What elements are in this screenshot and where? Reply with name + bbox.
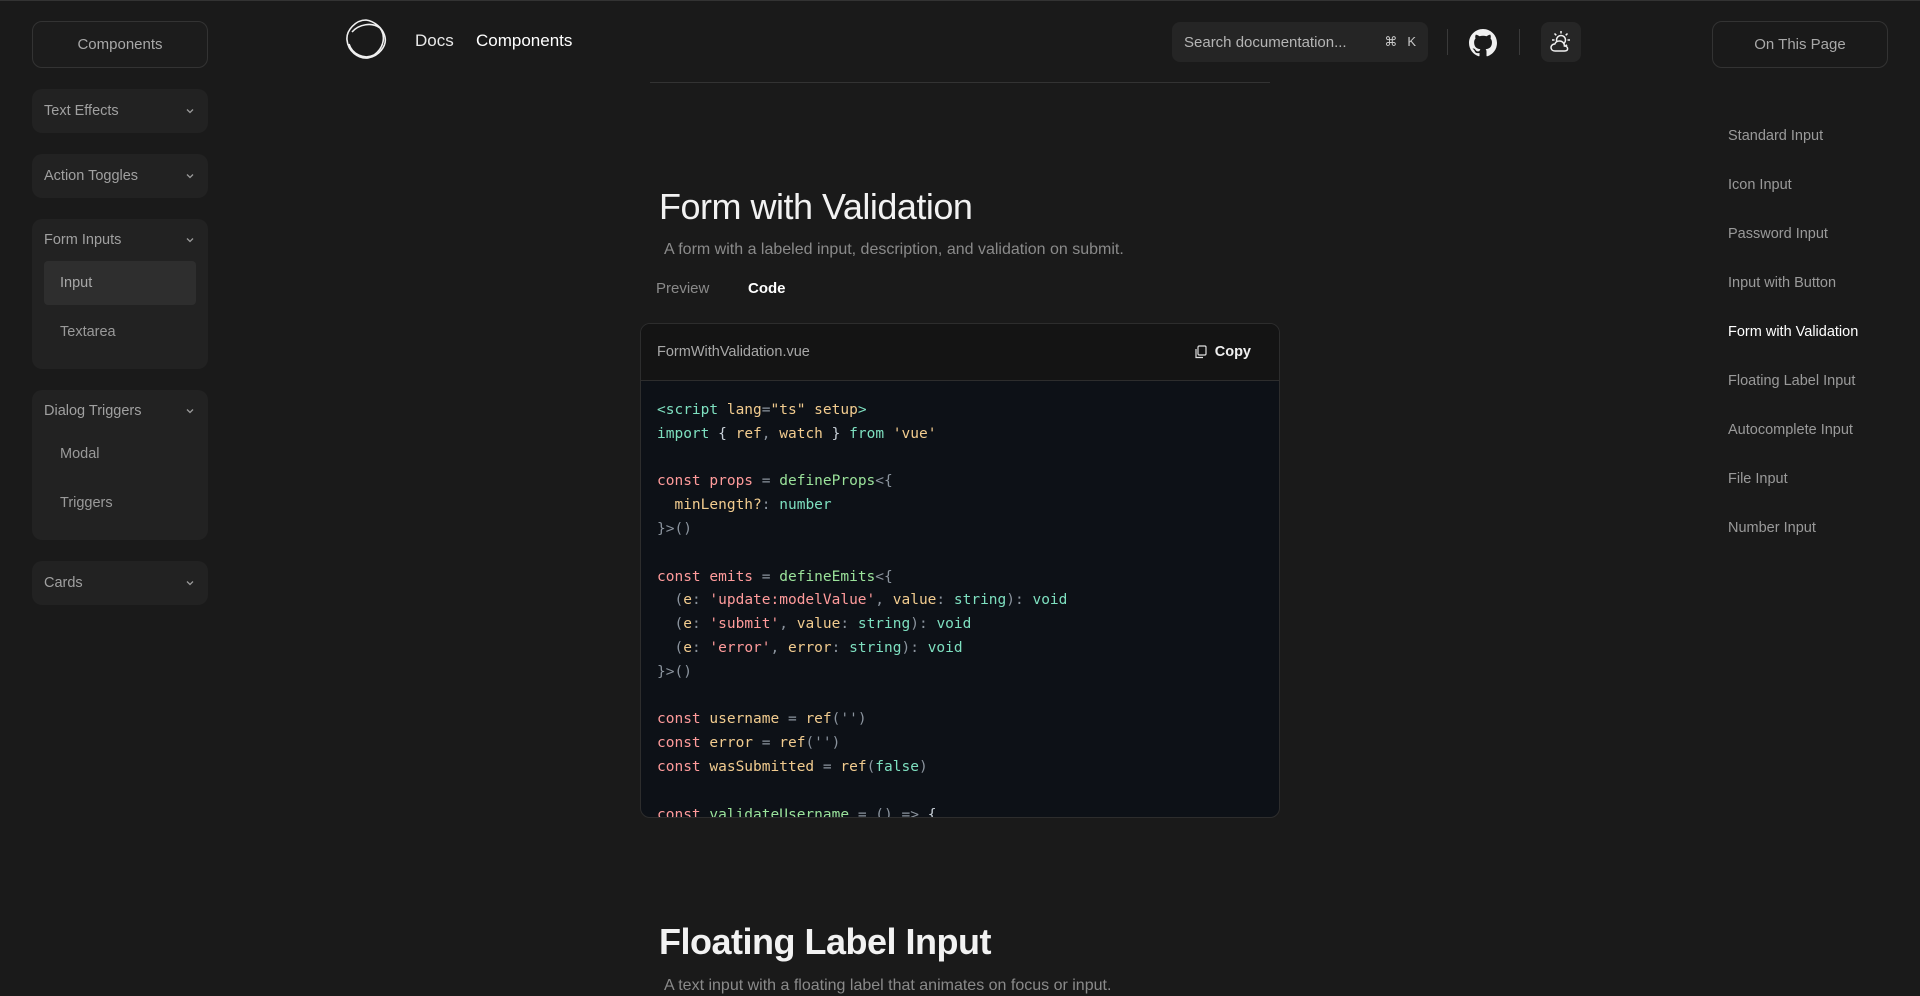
search-input[interactable]: Search documentation... ⌘ K: [1172, 22, 1428, 62]
nav-docs-link[interactable]: Docs: [415, 31, 454, 51]
sidebar-item-triggers[interactable]: Triggers: [44, 481, 196, 525]
sidebar-group-label: Dialog Triggers: [44, 403, 142, 419]
sidebar-item-label: Modal: [60, 446, 100, 462]
search-shortcut: ⌘ K: [1384, 34, 1416, 50]
code-block-header: FormWithValidation.vue Copy: [641, 324, 1279, 381]
sidebar-item-input[interactable]: Input: [44, 261, 196, 305]
chevron-down-icon: [186, 581, 194, 586]
sidebar-group-label: Cards: [44, 575, 83, 591]
chevron-down-icon: [186, 109, 194, 114]
sidebar-group-header[interactable]: Text Effects: [44, 89, 196, 133]
toc-item-floating-label-input[interactable]: Floating Label Input: [1728, 356, 1858, 405]
sidebar-group-form-inputs: Form Inputs Input Textarea: [32, 219, 208, 369]
copy-icon: [1195, 345, 1207, 359]
on-this-page-title[interactable]: On This Page: [1712, 21, 1888, 68]
toc-item-autocomplete-input[interactable]: Autocomplete Input: [1728, 405, 1858, 454]
sidebar-group-header[interactable]: Action Toggles: [44, 154, 196, 198]
sidebar-item-label: Textarea: [60, 324, 116, 340]
section-description: A form with a labeled input, description…: [664, 241, 1124, 258]
sidebar-group-label: Form Inputs: [44, 232, 122, 248]
tab-code[interactable]: Code: [748, 280, 786, 297]
copy-label: Copy: [1214, 344, 1251, 360]
sidebar-title-button[interactable]: Components: [32, 21, 208, 68]
chevron-down-icon: [186, 409, 194, 414]
sidebar-title-label: Components: [77, 36, 163, 53]
sidebar-group-label: Action Toggles: [44, 168, 139, 184]
toc-item-icon-input[interactable]: Icon Input: [1728, 160, 1858, 209]
tab-preview[interactable]: Preview: [656, 280, 709, 297]
next-section-title: Floating Label Input: [659, 921, 991, 962]
sidebar-item-label: Input: [60, 275, 93, 291]
theme-toggle-icon: [1550, 31, 1570, 52]
sidebar-item-label: Triggers: [60, 495, 113, 511]
toc-item-form-with-validation[interactable]: Form with Validation: [1728, 307, 1858, 356]
theme-toggle-button[interactable]: [1541, 22, 1581, 62]
toc-item-password-input[interactable]: Password Input: [1728, 209, 1858, 258]
sidebar-group-dialog-triggers: Dialog Triggers Modal Triggers: [32, 390, 208, 540]
code-content: <script lang="ts" setup> import { ref, wa…: [657, 402, 1068, 818]
toc-item-file-input[interactable]: File Input: [1728, 454, 1858, 503]
content-top-divider: [650, 82, 1270, 83]
nav-components-link[interactable]: Components: [476, 31, 572, 51]
toc-item-number-input[interactable]: Number Input: [1728, 503, 1858, 552]
on-this-page-label: On This Page: [1754, 36, 1846, 53]
sidebar-item-textarea[interactable]: Textarea: [44, 310, 196, 354]
github-icon[interactable]: [1469, 29, 1497, 57]
sidebar-group-header[interactable]: Form Inputs: [44, 219, 196, 261]
left-sidebar: Components Text Effects Action Toggles F…: [32, 21, 208, 605]
logo-icon[interactable]: [344, 18, 388, 60]
toc-item-standard-input[interactable]: Standard Input: [1728, 111, 1858, 160]
sidebar-group-header[interactable]: Cards: [44, 561, 196, 605]
sidebar-group-header[interactable]: Dialog Triggers: [44, 390, 196, 432]
chevron-down-icon: [186, 238, 194, 243]
toc-item-input-with-button[interactable]: Input with Button: [1728, 258, 1858, 307]
section-title: Form with Validation: [659, 186, 973, 227]
code-file-name: FormWithValidation.vue: [657, 344, 810, 360]
code-block: FormWithValidation.vue Copy <script lang…: [640, 323, 1280, 818]
table-of-contents: Standard Input Icon Input Password Input…: [1728, 111, 1858, 552]
header-divider: [1519, 29, 1520, 55]
sidebar-group-cards: Cards: [32, 561, 208, 605]
copy-button[interactable]: Copy: [1194, 344, 1263, 360]
next-section-description: A text input with a floating label that …: [664, 977, 1112, 994]
sidebar-group-text-effects: Text Effects: [32, 89, 208, 133]
command-key-icon: ⌘: [1384, 34, 1398, 49]
header-divider: [1447, 29, 1448, 55]
sidebar-item-modal[interactable]: Modal: [44, 432, 196, 476]
chevron-down-icon: [186, 174, 194, 179]
shortcut-key: K: [1407, 34, 1416, 49]
search-placeholder: Search documentation...: [1184, 33, 1347, 51]
sidebar-group-label: Text Effects: [44, 103, 119, 119]
sidebar-group-action-toggles: Action Toggles: [32, 154, 208, 198]
